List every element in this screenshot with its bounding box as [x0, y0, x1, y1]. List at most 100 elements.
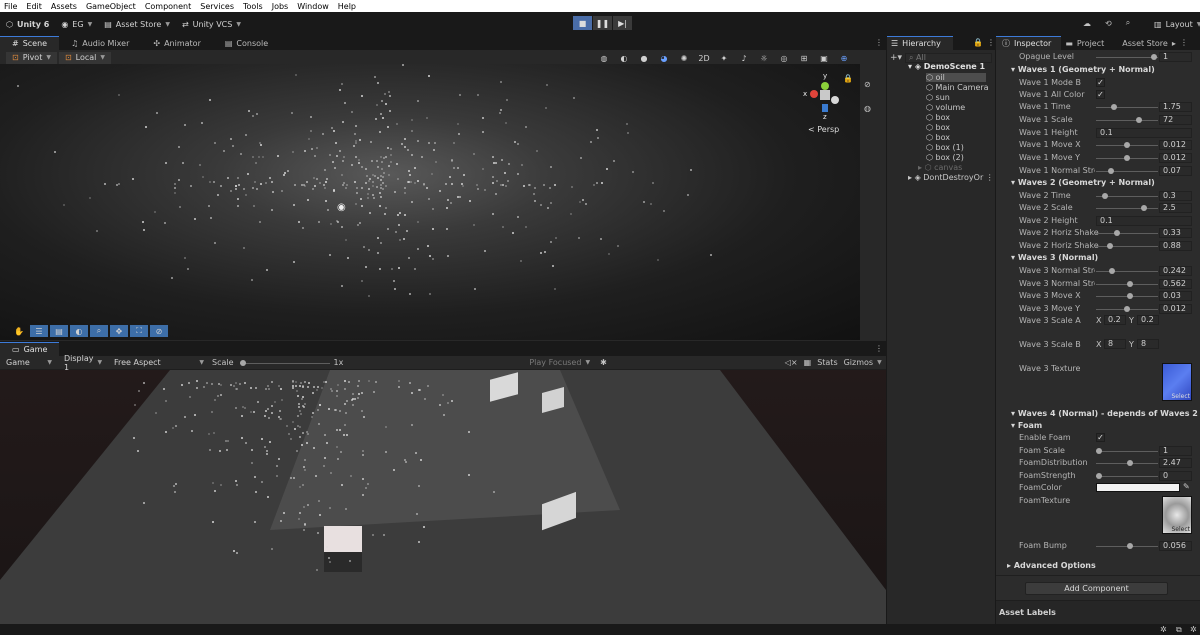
scale-slider[interactable] [239, 358, 330, 368]
persp-label[interactable]: < Persp [808, 125, 839, 134]
menu-edit[interactable]: Edit [22, 2, 47, 11]
search-icon[interactable]: ⌕ [1126, 18, 1130, 28]
step-button[interactable]: ▶| [613, 16, 632, 30]
add-icon[interactable]: +▾ [890, 53, 902, 63]
hierarchy-item-box[interactable]: ⬡ box [926, 123, 950, 132]
foam-bump-knob[interactable] [1127, 543, 1133, 549]
pause-button[interactable]: ❚❚ [593, 16, 612, 30]
shaded-icon[interactable]: ◐ [618, 52, 630, 64]
select-button[interactable]: Select [1171, 526, 1190, 533]
lighting-icon[interactable]: ✦ [718, 52, 730, 64]
enable-foam-checkbox[interactable]: ✓ [1096, 433, 1105, 442]
foam-distribution-field[interactable]: 2.47 [1159, 458, 1192, 468]
layout-button[interactable]: ▥ Layout ▼ [1148, 15, 1200, 33]
hierarchy-item-box[interactable]: ⬡ box [926, 113, 950, 122]
foam-strength-slider[interactable] [1096, 476, 1158, 477]
box-object[interactable] [324, 526, 362, 552]
eyedropper-icon[interactable]: ✎ [1183, 482, 1190, 491]
menu-component[interactable]: Component [141, 2, 196, 11]
list-icon[interactable]: ▤ [50, 325, 68, 337]
tab-scene[interactable]: # Scene [0, 36, 60, 50]
opaque-level-knob[interactable] [1151, 54, 1157, 60]
more-options-icon[interactable]: ⋮ [1180, 38, 1188, 47]
wave1-mode-b-checkbox[interactable]: ✓ [1096, 78, 1105, 87]
zoom-icon[interactable]: ⌕ [90, 325, 108, 337]
menu-gameobject[interactable]: GameObject [82, 2, 141, 11]
orbit-icon[interactable]: ◐ [70, 325, 88, 337]
hierarchy-item-canvas[interactable]: ▸ ⬡ canvas [918, 163, 962, 172]
wave2-shake2-knob[interactable] [1107, 243, 1113, 249]
menu-file[interactable]: File [0, 2, 22, 11]
wave2-header[interactable]: ▾ Waves 2 (Geometry + Normal) [1011, 178, 1155, 187]
wave2-shake2-field[interactable]: 0.88 [1159, 241, 1192, 251]
more-options-icon[interactable]: ⋮ [875, 38, 883, 47]
foam-scale-field[interactable]: 1 [1159, 446, 1192, 456]
orientation-icon[interactable]: ⊘ [864, 80, 871, 89]
scene-root[interactable]: ▾ ◈ DemoScene 1 ⋮ [908, 62, 1002, 71]
wave3-normal1-knob[interactable] [1109, 268, 1115, 274]
wave1-normal-knob[interactable] [1108, 168, 1114, 174]
settings-icon[interactable]: ✲ [1190, 625, 1197, 634]
opaque-level-field[interactable]: 1 [1159, 52, 1192, 62]
tab-console[interactable]: ▤ Console [213, 36, 280, 50]
menu-window[interactable]: Window [293, 2, 334, 11]
wave3-move-y-knob[interactable] [1124, 306, 1130, 312]
more-options-icon[interactable]: ⋮ [875, 344, 883, 353]
wave3-normal1-slider[interactable] [1096, 271, 1158, 272]
overlay-icon[interactable]: ◍ [864, 104, 871, 113]
wave2-shake1-slider[interactable] [1096, 233, 1158, 234]
lock-icon[interactable]: 🔒 [843, 74, 853, 83]
space-dropdown[interactable]: ⊡ Local ▼ [58, 51, 112, 64]
effects-icon[interactable]: ☼ [758, 52, 770, 64]
foam-strength-knob[interactable] [1096, 473, 1102, 479]
hidden-objects-icon[interactable]: ◎ [778, 52, 790, 64]
wave1-normal-slider[interactable] [1096, 171, 1158, 172]
wave3-move-x-field[interactable]: 0.03 [1159, 291, 1192, 301]
wave3-move-y-field[interactable]: 0.012 [1159, 304, 1192, 314]
hierarchy-item-oil[interactable]: ⬡ oil [926, 73, 986, 82]
menu-assets[interactable]: Assets [47, 2, 82, 11]
foam-bump-field[interactable]: 0.056 [1159, 541, 1192, 551]
cloud-icon[interactable]: ☁ [1083, 19, 1091, 28]
stats-icon[interactable]: ▦ [804, 358, 812, 367]
select-button[interactable]: Select [1171, 393, 1190, 400]
pivot-dropdown[interactable]: ⊡ Pivot ▼ [6, 51, 57, 64]
tab-inspector[interactable]: ⓘ Inspector [996, 36, 1062, 50]
foam-strength-field[interactable]: 0 [1159, 471, 1192, 481]
draw-mode-icon[interactable]: ◍ [598, 52, 610, 64]
advanced-options-foldout[interactable]: ▸ Advanced Options [1007, 561, 1096, 570]
lock-icon[interactable]: 🔒 [973, 38, 983, 47]
aspect-dropdown[interactable]: Free Aspect ▼ [108, 354, 210, 372]
grid-icon[interactable]: ⊞ [798, 52, 810, 64]
wave2-scale-knob[interactable] [1141, 205, 1147, 211]
wave3-scale-a-x-field[interactable]: 0.2 [1104, 315, 1126, 325]
wave2-time-field[interactable]: 0.3 [1159, 191, 1192, 201]
gizmo-neg-x-axis[interactable] [831, 96, 839, 104]
play-mode-dropdown[interactable]: Play Focused ▼ [523, 354, 596, 372]
network-icon[interactable]: ⧉ [1176, 625, 1182, 635]
wave2-scale-slider[interactable] [1096, 208, 1158, 209]
audio-toggle-icon[interactable]: ♪ [738, 52, 750, 64]
scale-slider-knob[interactable] [239, 359, 246, 366]
more-options-icon[interactable]: ⋮ [987, 38, 995, 47]
wave4-header[interactable]: ▾ Waves 4 (Normal) - depends of Waves 2 [1011, 409, 1198, 418]
wave2-shake1-knob[interactable] [1114, 230, 1120, 236]
menu-services[interactable]: Services [196, 2, 239, 11]
2d-toggle-icon[interactable]: 2D [698, 52, 710, 64]
wave1-height-field[interactable]: 0.1 [1096, 128, 1192, 138]
hierarchy-item-main-camera[interactable]: ⬡ Main Camera [926, 83, 989, 92]
wave2-time-knob[interactable] [1102, 193, 1108, 199]
foam-header[interactable]: ▾ Foam [1011, 421, 1042, 430]
stats-button[interactable]: Stats [817, 358, 837, 367]
wave2-shake1-field[interactable]: 0.33 [1159, 228, 1192, 238]
tab-hierarchy[interactable]: ☰ Hierarchy [887, 36, 953, 50]
wave3-scale-a-y-field[interactable]: 0.2 [1137, 315, 1159, 325]
account-button[interactable]: ◉ EG ▼ [55, 15, 98, 33]
wave1-move-x-field[interactable]: 0.012 [1159, 140, 1192, 150]
tab-animator[interactable]: ✣ Animator [141, 36, 212, 50]
wave1-move-x-knob[interactable] [1124, 142, 1130, 148]
wave3-scale-b-x-field[interactable]: 8 [1104, 339, 1126, 349]
wave1-header[interactable]: ▾ Waves 1 (Geometry + Normal) [1011, 65, 1155, 74]
debug-icon[interactable]: ✲ [1160, 625, 1167, 634]
gizmo-center[interactable] [820, 90, 830, 100]
